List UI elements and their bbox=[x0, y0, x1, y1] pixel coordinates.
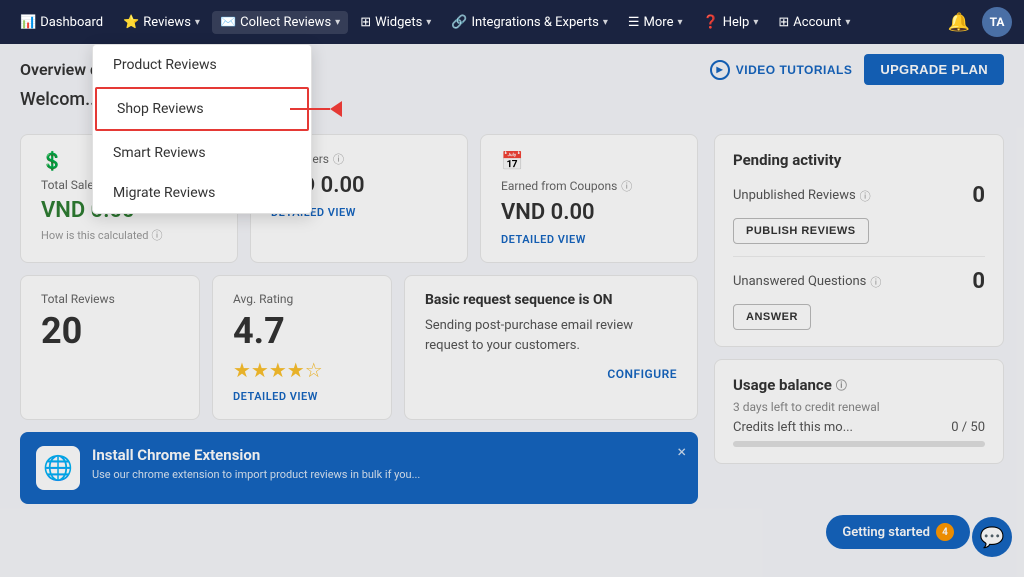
chevron-down-icon-5: ▾ bbox=[678, 17, 683, 28]
dropdown-item-shop-reviews[interactable]: Shop Reviews bbox=[95, 87, 309, 131]
help-icon: ❓ bbox=[703, 15, 719, 30]
arrow-indicator bbox=[290, 101, 342, 117]
arrow-line bbox=[290, 108, 330, 110]
nav-integrations[interactable]: 🔗 Integrations & Experts ▾ bbox=[443, 11, 616, 34]
notification-bell-icon[interactable]: 🔔 bbox=[940, 8, 978, 37]
chevron-down-icon: ▾ bbox=[195, 17, 200, 28]
integrations-icon: 🔗 bbox=[451, 15, 467, 30]
nav-widgets-label: Widgets bbox=[375, 15, 422, 30]
star-icon: ⭐ bbox=[123, 15, 139, 30]
dropdown-item-product-reviews[interactable]: Product Reviews bbox=[93, 45, 311, 85]
nav-reviews[interactable]: ⭐ Reviews ▾ bbox=[115, 11, 208, 34]
chevron-down-icon-7: ▾ bbox=[845, 17, 850, 28]
nav-reviews-label: Reviews bbox=[143, 15, 191, 30]
nav-account-label: Account bbox=[793, 15, 841, 30]
chevron-down-icon-3: ▾ bbox=[426, 17, 431, 28]
dropdown-item-migrate-reviews[interactable]: Migrate Reviews bbox=[93, 173, 311, 213]
widgets-icon: ⊞ bbox=[360, 15, 371, 30]
nav-collect-reviews[interactable]: ✉️ Collect Reviews ▾ bbox=[212, 11, 348, 34]
nav-more[interactable]: ☰ More ▾ bbox=[620, 11, 691, 34]
nav-help-label: Help bbox=[723, 15, 750, 30]
more-icon: ☰ bbox=[628, 15, 640, 30]
nav-widgets[interactable]: ⊞ Widgets ▾ bbox=[352, 11, 439, 34]
chevron-down-icon-4: ▾ bbox=[603, 17, 608, 28]
account-grid-icon: ⊞ bbox=[778, 15, 789, 30]
dropdown-item-smart-reviews[interactable]: Smart Reviews bbox=[93, 133, 311, 173]
collect-reviews-dropdown: Product Reviews Shop Reviews Smart Revie… bbox=[92, 44, 312, 214]
nav-help[interactable]: ❓ Help ▾ bbox=[695, 11, 767, 34]
nav-account[interactable]: ⊞ Account ▾ bbox=[770, 11, 858, 34]
nav-collect-reviews-label: Collect Reviews bbox=[240, 15, 331, 30]
avatar[interactable]: TA bbox=[982, 7, 1012, 37]
dashboard-icon: 📊 bbox=[20, 15, 36, 30]
email-icon: ✉️ bbox=[220, 15, 236, 30]
arrow-head bbox=[330, 101, 342, 117]
nav-dashboard[interactable]: 📊 Dashboard bbox=[12, 11, 111, 34]
nav-more-label: More bbox=[644, 15, 674, 30]
chevron-down-icon-6: ▾ bbox=[753, 17, 758, 28]
nav-dashboard-label: Dashboard bbox=[40, 15, 103, 30]
navbar: 📊 Dashboard ⭐ Reviews ▾ ✉️ Collect Revie… bbox=[0, 0, 1024, 44]
nav-integrations-label: Integrations & Experts bbox=[472, 15, 599, 30]
chevron-down-icon-2: ▾ bbox=[335, 17, 340, 28]
